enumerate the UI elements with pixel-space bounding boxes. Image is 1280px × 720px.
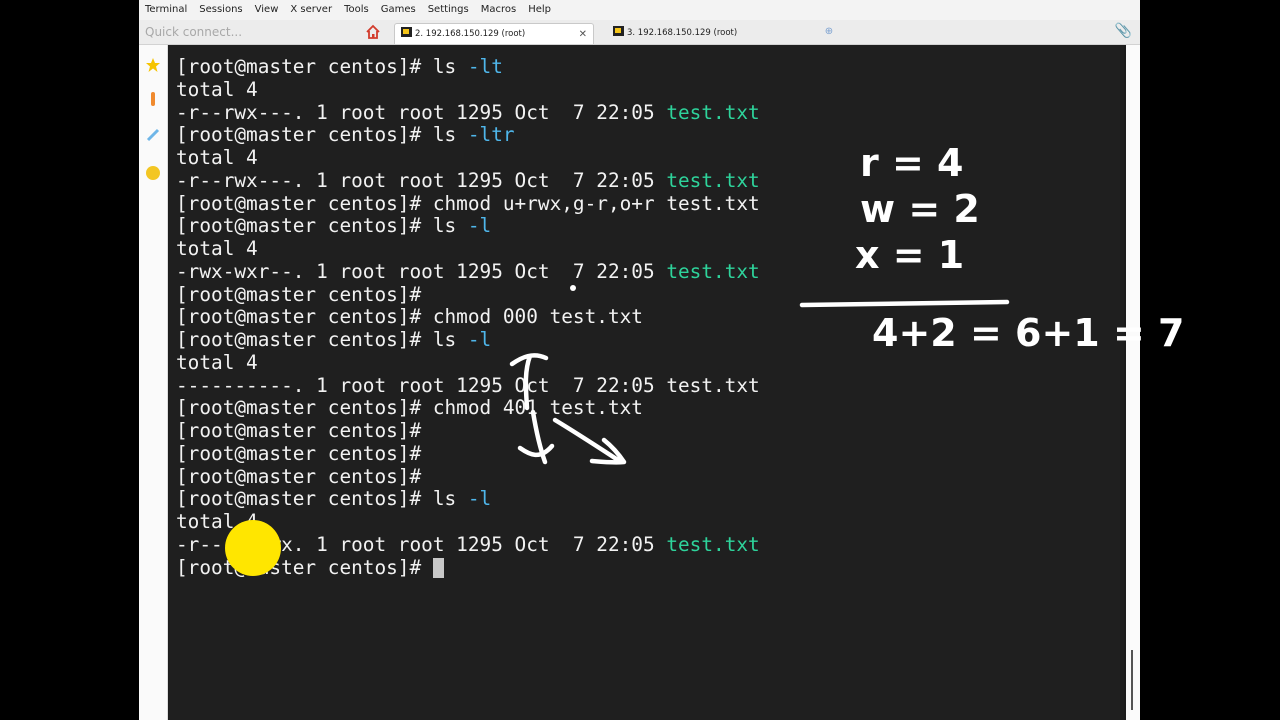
annotation-line-4: 4+2 = 6+1 = 7 xyxy=(872,311,1184,355)
cursor-highlight xyxy=(225,520,281,576)
ink-arrow-down xyxy=(517,409,555,465)
ink-divider-line xyxy=(799,299,1010,308)
pen-annotations: r = 4 w = 2 x = 1 4+2 = 6+1 = 7 xyxy=(225,141,1184,576)
annotation-line-3: x = 1 xyxy=(855,233,964,277)
ink-dot xyxy=(570,285,576,291)
annotation-line-1: r = 4 xyxy=(860,141,963,185)
ink-arrow-diag xyxy=(552,417,627,465)
ink-arrow-up xyxy=(509,353,549,411)
annotation-line-2: w = 2 xyxy=(860,187,980,231)
